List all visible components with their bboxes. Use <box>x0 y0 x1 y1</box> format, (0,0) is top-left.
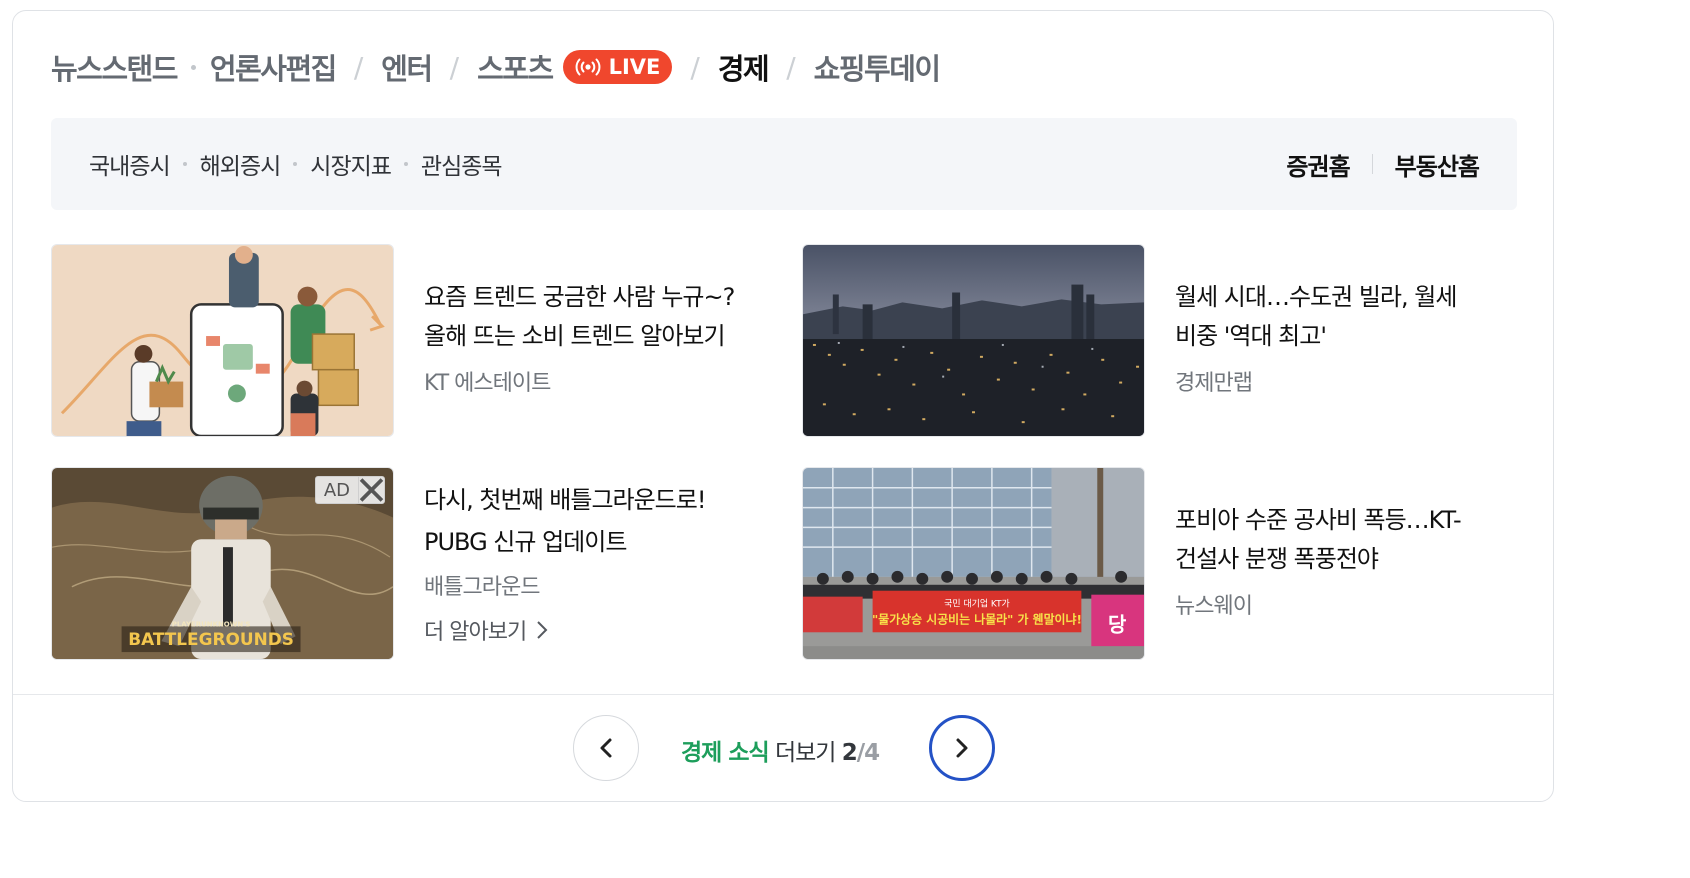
tab-separator-slash: / <box>690 50 700 84</box>
svg-text:"물가상승 시공비는 나몰라" 가 웬말이냐!: "물가상승 시공비는 나몰라" 가 웬말이냐! <box>872 612 1082 626</box>
learn-more-label: 더 알아보기 <box>424 620 527 645</box>
article-source: 뉴스웨이 <box>1175 594 1253 619</box>
article-thumbnail[interactable] <box>51 244 394 437</box>
article-title[interactable]: 요즘 트렌드 궁금한 사람 누규~? 올해 뜨는 소비 트렌드 알아보기 <box>424 278 754 356</box>
live-badge[interactable]: LIVE <box>562 50 673 84</box>
learn-more-link[interactable]: 더 알아보기 <box>424 614 754 646</box>
tab-sports[interactable]: 스포츠 <box>477 46 554 88</box>
next-page-button[interactable] <box>929 715 995 781</box>
article-thumbnail[interactable]: 국민 대기업 KT가 "물가상승 시공비는 나몰라" 가 웬말이냐! 당 <box>802 467 1145 660</box>
subnav-domestic-stocks[interactable]: 국내증시 <box>89 147 171 181</box>
article-thumbnail[interactable] <box>802 244 1145 437</box>
svg-text:PLAYERUNKNOWN'S: PLAYERUNKNOWN'S <box>172 620 251 628</box>
subnav-divider <box>1371 154 1373 174</box>
tab-newsstand[interactable]: 뉴스스탠드 <box>51 46 178 88</box>
article-title[interactable]: 월세 시대…수도권 빌라, 월세 비중 '역대 최고' <box>1175 278 1505 356</box>
article-text: 포비아 수준 공사비 폭등…KT-건설사 분쟁 폭풍전야 뉴스웨이 <box>1175 501 1505 620</box>
city-night-photo-icon <box>803 245 1144 436</box>
news-item[interactable]: 요즘 트렌드 궁금한 사람 누규~? 올해 뜨는 소비 트렌드 알아보기 KT … <box>51 244 751 438</box>
tab-press-edit[interactable]: 언론사편집 <box>210 46 337 88</box>
broadcast-icon <box>575 58 601 76</box>
tab-separator-dot <box>190 64 196 70</box>
close-icon[interactable] <box>358 477 384 503</box>
ad-item[interactable]: BATTLEGROUNDS PLAYERUNKNOWN'S AD 다시, 첫번째… <box>51 467 751 661</box>
subnav-watchlist[interactable]: 관심종목 <box>421 147 503 181</box>
subnav-securities-home[interactable]: 증권홈 <box>1286 147 1350 182</box>
article-source: 경제만랩 <box>1175 371 1253 396</box>
tab-separator-slash: / <box>449 50 460 84</box>
article-text: 월세 시대…수도권 빌라, 월세 비중 '역대 최고' 경제만랩 <box>1175 278 1505 397</box>
protest-photo-icon: 국민 대기업 KT가 "물가상승 시공비는 나몰라" 가 웬말이냐! 당 <box>803 468 1144 659</box>
article-source: KT 에스테이트 <box>424 371 551 396</box>
shopping-trend-illustration-icon <box>52 245 393 436</box>
pagination-more: 더보기 <box>774 740 836 766</box>
news-item[interactable]: 월세 시대…수도권 빌라, 월세 비중 '역대 최고' 경제만랩 <box>802 244 1502 438</box>
tab-shopping[interactable]: 쇼핑투데이 <box>814 46 941 88</box>
article-title[interactable]: 포비아 수준 공사비 폭등…KT-건설사 분쟁 폭풍전야 <box>1175 501 1505 579</box>
ad-thumbnail[interactable]: BATTLEGROUNDS PLAYERUNKNOWN'S AD <box>51 467 394 660</box>
economy-subnav: 국내증시 해외증시 시장지표 관심종목 증권홈 부동산홈 <box>51 118 1517 210</box>
svg-text:국민 대기업 KT가: 국민 대기업 KT가 <box>944 599 1010 610</box>
chevron-right-icon <box>956 738 968 758</box>
ad-source: 배틀그라운드 <box>424 575 540 600</box>
pagination-topic: 경제 소식 <box>681 740 770 766</box>
news-item[interactable]: 국민 대기업 KT가 "물가상승 시공비는 나몰라" 가 웬말이냐! 당 포비아… <box>802 467 1502 661</box>
prev-page-button[interactable] <box>573 715 639 781</box>
subnav-separator-dot <box>403 162 408 166</box>
pagination-label[interactable]: 경제 소식 더보기 2/4 <box>681 733 880 767</box>
subnav-separator-dot <box>293 162 298 166</box>
subnav-market-indicators[interactable]: 시장지표 <box>310 147 392 181</box>
subnav-separator-dot <box>182 162 187 166</box>
ad-label: AD <box>323 479 350 501</box>
pagination-current: 2 <box>841 740 858 766</box>
subnav-realestate-home[interactable]: 부동산홈 <box>1395 147 1480 182</box>
ad-title[interactable]: 다시, 첫번째 배틀그라운드로! PUBG 신규 업데이트 <box>424 479 754 563</box>
chevron-right-icon <box>537 621 548 639</box>
top-tabs: 뉴스스탠드 언론사편집 / 엔터 / 스포츠 LIVE / 경제 / 쇼핑투데이 <box>51 45 941 89</box>
pagination-footer: 경제 소식 더보기 2/4 <box>13 694 1553 801</box>
tab-separator-slash: / <box>353 50 364 84</box>
svg-text:BATTLEGROUNDS: BATTLEGROUNDS <box>128 629 294 649</box>
ad-badge: AD <box>314 476 385 504</box>
pagination-total: /4 <box>856 740 880 766</box>
tab-enter[interactable]: 엔터 <box>381 46 433 88</box>
article-text: 다시, 첫번째 배틀그라운드로! PUBG 신규 업데이트 배틀그라운드 더 알… <box>424 479 754 646</box>
tab-economy[interactable]: 경제 <box>718 46 770 88</box>
svg-text:당: 당 <box>1108 613 1126 636</box>
tab-separator-slash: / <box>786 50 796 84</box>
subnav-overseas-stocks[interactable]: 해외증시 <box>200 147 282 181</box>
subnav-right-links: 증권홈 부동산홈 <box>1286 147 1480 182</box>
economy-news-panel: 뉴스스탠드 언론사편집 / 엔터 / 스포츠 LIVE / 경제 / 쇼핑투데이… <box>12 10 1554 802</box>
chevron-left-icon <box>600 738 612 758</box>
live-label: LIVE <box>608 55 661 79</box>
article-text: 요즘 트렌드 궁금한 사람 누규~? 올해 뜨는 소비 트렌드 알아보기 KT … <box>424 278 754 397</box>
subnav-left-links: 국내증시 해외증시 시장지표 관심종목 <box>89 147 503 181</box>
